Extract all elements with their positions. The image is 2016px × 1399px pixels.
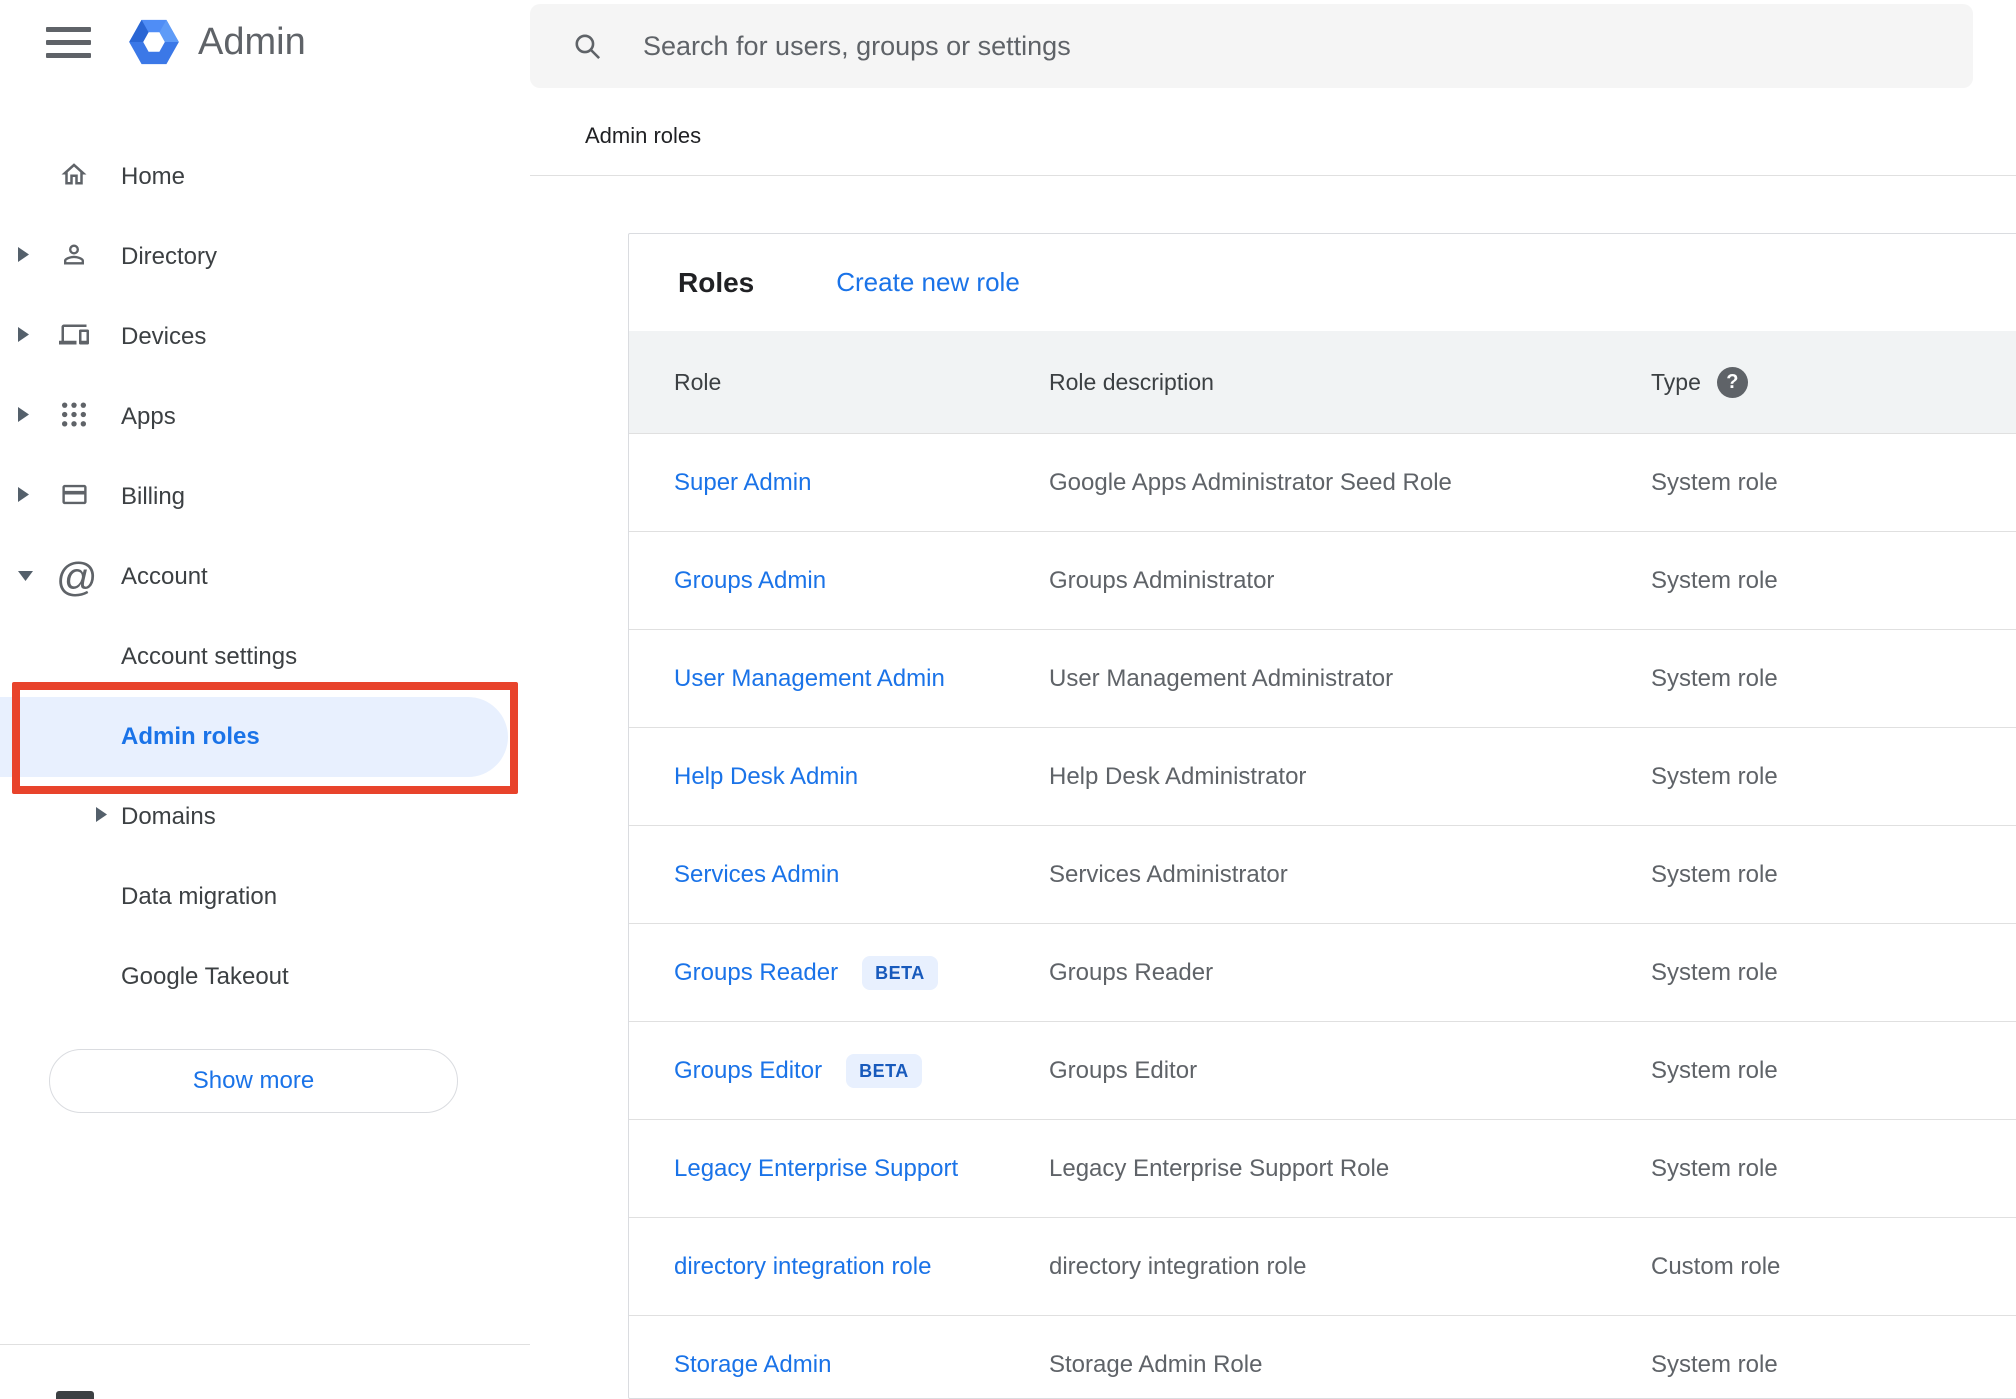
sidebar-item-billing[interactable]: Billing — [0, 457, 530, 537]
role-description: Groups Reader — [1049, 958, 1214, 986]
role-type: System role — [1651, 762, 1778, 790]
breadcrumb: Admin roles — [585, 123, 702, 148]
cut-off-bottom-icon — [56, 1391, 94, 1399]
role-description: Help Desk Administrator — [1049, 762, 1307, 790]
roles-card: Roles Create new role Role Role descript… — [628, 233, 2016, 1399]
chevron-right-icon[interactable] — [18, 247, 29, 267]
search-input[interactable] — [530, 4, 1973, 88]
sidebar-item-label: Google Takeout — [121, 963, 289, 990]
sidebar-item-label: Devices — [121, 323, 207, 350]
role-type: Custom role — [1651, 1252, 1781, 1280]
role-link[interactable]: Groups Editor — [674, 1057, 822, 1085]
sidebar-item-label: Account — [121, 563, 208, 590]
apps-grid-icon — [56, 401, 92, 434]
role-link[interactable]: User Management Admin — [674, 665, 945, 693]
role-link[interactable]: Super Admin — [674, 469, 811, 497]
create-new-role-link[interactable]: Create new role — [836, 267, 1020, 298]
role-type: System role — [1651, 958, 1778, 986]
sidebar-item-devices[interactable]: Devices — [0, 297, 530, 377]
table-row: Help Desk Admin Help Desk Administrator … — [629, 728, 2016, 826]
table-row: Groups Admin Groups Administrator System… — [629, 532, 2016, 630]
role-type: System role — [1651, 860, 1778, 888]
sidebar: Admin Home Directory Devices Apps Billin… — [0, 0, 530, 1399]
role-type: System role — [1651, 1154, 1778, 1182]
page-title: Roles — [678, 266, 755, 298]
role-link[interactable]: Legacy Enterprise Support — [674, 1155, 958, 1183]
sidebar-item-account-settings[interactable]: Account settings — [0, 617, 530, 697]
roles-card-header: Roles Create new role — [629, 234, 2016, 331]
sidebar-item-label: Directory — [121, 243, 218, 270]
table-row: Legacy Enterprise Support Legacy Enterpr… — [629, 1120, 2016, 1218]
sidebar-item-directory[interactable]: Directory — [0, 217, 530, 297]
person-icon — [56, 240, 92, 275]
at-sign-icon: @ — [56, 554, 98, 600]
sidebar-item-admin-roles[interactable]: Admin roles — [0, 697, 508, 777]
role-type: System role — [1651, 468, 1778, 496]
chevron-right-icon[interactable] — [18, 327, 29, 347]
role-description: directory integration role — [1049, 1252, 1307, 1280]
role-link[interactable]: Groups Reader — [674, 959, 838, 987]
hamburger-menu-icon[interactable] — [46, 27, 91, 58]
show-more-button[interactable]: Show more — [49, 1049, 458, 1113]
column-header-role-description: Role description — [1049, 368, 1214, 395]
role-link[interactable]: Help Desk Admin — [674, 763, 858, 791]
column-header-role: Role — [674, 368, 722, 395]
role-type: System role — [1651, 664, 1778, 692]
sidebar-bottom-divider — [0, 1344, 530, 1345]
table-row: directory integration role directory int… — [629, 1218, 2016, 1316]
role-link[interactable]: Storage Admin — [674, 1351, 831, 1379]
role-link[interactable]: Services Admin — [674, 861, 839, 889]
role-link[interactable]: directory integration role — [674, 1253, 931, 1281]
role-type: System role — [1651, 1056, 1778, 1084]
home-icon — [56, 160, 92, 195]
google-admin-console: Admin Home Directory Devices Apps Billin… — [0, 0, 2016, 1399]
sidebar-item-label: Account settings — [121, 643, 298, 670]
chevron-down-icon[interactable] — [18, 568, 33, 586]
table-header: Role Role description Type ? — [629, 331, 2016, 434]
search-bar — [530, 4, 1973, 88]
role-description: Storage Admin Role — [1049, 1351, 1263, 1378]
column-header-type: Type ? — [1651, 366, 2016, 398]
beta-badge: BETA — [862, 955, 938, 990]
chevron-right-icon[interactable] — [18, 407, 29, 427]
app-logo: Admin — [127, 14, 306, 70]
table-row: Services Admin Services Administrator Sy… — [629, 826, 2016, 924]
table-row: Groups Reader BETA Groups Reader System … — [629, 924, 2016, 1022]
devices-icon — [56, 320, 92, 355]
sidebar-nav: Home Directory Devices Apps Billing @ Ac… — [0, 137, 530, 1017]
google-admin-hexagon-icon — [129, 19, 179, 65]
table-row: Super Admin Google Apps Administrator Se… — [629, 434, 2016, 532]
sidebar-item-home[interactable]: Home — [0, 137, 530, 217]
beta-badge: BETA — [846, 1053, 922, 1088]
sidebar-item-label: Domains — [121, 803, 216, 830]
role-description: Groups Editor — [1049, 1056, 1198, 1084]
chevron-right-icon[interactable] — [96, 807, 107, 827]
sidebar-item-label: Billing — [121, 483, 186, 510]
credit-card-icon — [56, 480, 92, 514]
role-description: Services Administrator — [1049, 860, 1288, 888]
table-row: Storage Admin Storage Admin Role System … — [629, 1316, 2016, 1398]
sidebar-item-google-takeout[interactable]: Google Takeout — [0, 937, 530, 1017]
sidebar-item-label: Home — [121, 163, 186, 190]
sidebar-item-domains[interactable]: Domains — [0, 777, 530, 857]
breadcrumb-divider — [530, 175, 2016, 176]
role-type: System role — [1651, 566, 1778, 594]
role-link[interactable]: Groups Admin — [674, 567, 826, 595]
sidebar-item-account[interactable]: @ Account — [0, 537, 530, 617]
chevron-right-icon[interactable] — [18, 487, 29, 507]
app-title: Admin — [198, 20, 306, 63]
sidebar-item-label: Admin roles — [121, 723, 260, 750]
role-description: Google Apps Administrator Seed Role — [1049, 468, 1452, 496]
question-mark-help-icon[interactable]: ? — [1716, 366, 1748, 398]
table-row: User Management Admin User Management Ad… — [629, 630, 2016, 728]
role-description: Groups Administrator — [1049, 566, 1275, 594]
sidebar-item-label: Data migration — [121, 883, 278, 910]
role-description: Legacy Enterprise Support Role — [1049, 1154, 1390, 1182]
table-row: Groups Editor BETA Groups Editor System … — [629, 1022, 2016, 1120]
role-description: User Management Administrator — [1049, 664, 1394, 692]
sidebar-item-data-migration[interactable]: Data migration — [0, 857, 530, 937]
sidebar-item-label: Apps — [121, 403, 176, 430]
role-type: System role — [1651, 1351, 1778, 1378]
sidebar-item-apps[interactable]: Apps — [0, 377, 530, 457]
